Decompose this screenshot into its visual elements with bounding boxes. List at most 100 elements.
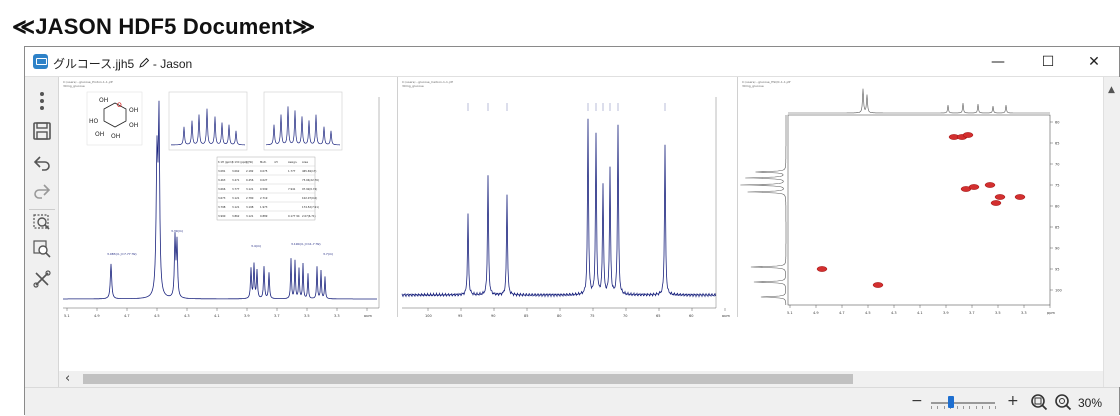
redo-icon[interactable] (29, 179, 55, 203)
svg-text:65: 65 (1055, 142, 1059, 146)
svg-text:3.4(m): 3.4(m) (251, 244, 261, 248)
svg-text:3.777: 3.777 (232, 187, 240, 191)
svg-text:4.5: 4.5 (154, 314, 160, 317)
carbon-x-ticks: 100 95 90 85 80 75 70 65 60 ppm (425, 308, 730, 318)
svg-text:Assign.: Assign. (288, 160, 297, 164)
svg-text:Area: Area (302, 160, 308, 164)
hsqc-f1-projection (740, 115, 787, 305)
svg-text:2.719: 2.719 (260, 196, 268, 200)
svg-text:65: 65 (656, 314, 660, 317)
svg-text:4.3: 4.3 (184, 314, 190, 317)
zoom-region-icon[interactable] (29, 237, 55, 261)
svg-text:30mg_glucose: 30mg_glucose (63, 84, 85, 88)
proton-x-ticks: 5.1 4.9 4.7 4.5 4.3 4.1 3.9 3.7 3.5 3.3 ppm (64, 308, 372, 318)
svg-text:1.777: 1.777 (288, 169, 296, 173)
svg-text:3.5: 3.5 (304, 314, 310, 317)
svg-text:3.7: 3.7 (969, 311, 975, 315)
svg-text:75: 75 (590, 314, 594, 317)
proton-spectrum-pane[interactable]: C:/users/...glucose_Proton-1-1.jdf 30mg_… (59, 77, 398, 318)
svg-text:70: 70 (1055, 163, 1059, 167)
proton-spectrum-plot: C:/users/...glucose_Proton-1-1.jdf 30mg_… (63, 80, 380, 318)
zoom-to-fit-icon[interactable] (1030, 393, 1048, 411)
horizontal-scrollbar[interactable]: ‹ (59, 371, 1103, 387)
svg-text:3.7(m): 3.7(m) (323, 252, 333, 256)
zoom-slider[interactable] (931, 392, 996, 412)
carbon-spectrum-plot: C:/users/...glucose_Carbon-1-1.jdf 30mg_… (401, 80, 730, 318)
nmr-table: δ 1H (ppm) δ 13C (ppm)J (Hz) Mult. nH Assign… (216, 156, 319, 221)
status-bar: − + 30% (25, 387, 1119, 416)
svg-text:3.463: 3.463 (218, 178, 226, 182)
document-canvas[interactable]: C:/users/...glucose_Proton-1-1.jdf 30mg_… (59, 77, 1103, 371)
svg-text:60: 60 (1055, 121, 1059, 125)
svg-text:4.9: 4.9 (813, 311, 819, 315)
document-banner: ≪JASON HDF5 Document≫ (12, 14, 316, 39)
svg-text:5.1: 5.1 (787, 311, 793, 315)
svg-text:0.889: 0.889 (260, 214, 268, 218)
save-icon[interactable] (29, 119, 55, 143)
scroll-left-icon[interactable]: ‹ (65, 371, 70, 386)
zoom-in-button[interactable]: + (1007, 393, 1019, 409)
zoom-fit-icon[interactable] (29, 209, 55, 233)
scroll-up-icon[interactable]: ▲ (1108, 85, 1115, 95)
svg-text:4.5: 4.5 (865, 311, 871, 315)
minimize-button[interactable]: — (975, 47, 1021, 77)
svg-text:ppm: ppm (364, 314, 372, 317)
svg-text:OH: OH (99, 97, 108, 104)
zoom-reset-icon[interactable] (1054, 393, 1072, 411)
window-title: グルコース.jjh5 - Jason (53, 55, 192, 72)
zoom-out-button[interactable]: − (911, 393, 923, 409)
svg-text:30mg_glucose: 30mg_glucose (402, 84, 424, 88)
svg-text:3.121: 3.121 (246, 214, 254, 218)
vertical-scrollbar[interactable]: ▲ (1103, 77, 1120, 387)
svg-text:HO: HO (89, 118, 99, 125)
hsqc-spectrum-pane[interactable]: C:/users/...glucose_HSQC-1-1.jdf 30mg_gl… (738, 77, 1078, 317)
file-name: グルコース.jjh5 (53, 57, 135, 71)
svg-text:90: 90 (491, 314, 495, 317)
svg-text:97.92(0.74): 97.92(0.74) (302, 187, 317, 191)
glucose-structure: OH OH OH OH OH HO O (86, 91, 143, 146)
carbon-spectrum-pane[interactable]: C:/users/...glucose_Carbon-1-1.jdf 30mg_… (398, 77, 738, 318)
svg-text:7.941: 7.941 (288, 187, 296, 191)
svg-text:4.1: 4.1 (214, 314, 220, 317)
svg-text:4.7: 4.7 (839, 311, 845, 315)
svg-text:4.3: 4.3 (891, 311, 897, 315)
svg-text:465.69(17): 465.69(17) (302, 169, 316, 173)
proton-inset-1 (168, 91, 248, 151)
svg-text:0.456: 0.456 (246, 178, 254, 182)
svg-text:1.973: 1.973 (260, 205, 268, 209)
svg-text:4.7: 4.7 (124, 314, 130, 317)
svg-text:3.121: 3.121 (232, 205, 240, 209)
svg-text:174.52(7.91): 174.52(7.91) (302, 205, 319, 209)
svg-text:3.121: 3.121 (246, 187, 254, 191)
zoom-slider-thumb[interactable] (948, 396, 955, 408)
svg-text:85: 85 (1055, 226, 1059, 230)
svg-text:ppm: ppm (722, 314, 730, 317)
svg-text:3.081: 3.081 (218, 169, 226, 173)
svg-text:2.780: 2.780 (246, 196, 254, 200)
more-icon[interactable] (29, 89, 55, 113)
zoom-level: 30% (1078, 396, 1103, 410)
svg-text:4.1: 4.1 (917, 311, 923, 315)
close-button[interactable]: ✕ (1071, 47, 1117, 77)
svg-text:30mg_glucose: 30mg_glucose (742, 84, 764, 88)
svg-text:2.182: 2.182 (246, 169, 254, 173)
title-bar: グルコース.jjh5 - Jason — ☐ ✕ (25, 47, 1119, 77)
horizontal-scroll-thumb[interactable] (83, 374, 853, 384)
svg-text:3.471: 3.471 (232, 178, 240, 182)
maximize-button[interactable]: ☐ (1025, 47, 1071, 77)
svg-text:0.177 94: 0.177 94 (288, 214, 300, 218)
edit-name-icon[interactable] (138, 57, 150, 69)
svg-text:80: 80 (557, 314, 561, 317)
svg-text:0.599: 0.599 (260, 187, 268, 191)
svg-text:95: 95 (1055, 268, 1059, 272)
hsqc-x-ticks: 5.1 4.9 4.7 4.5 4.3 4.1 3.9 3.7 3.5 3.3 ppm (787, 305, 1055, 315)
tools-icon[interactable] (29, 267, 55, 291)
svg-text:3.062: 3.062 (232, 169, 240, 173)
hsqc-plot-frame (787, 114, 1051, 306)
svg-text:3.798: 3.798 (218, 205, 226, 209)
svg-text:ppm: ppm (1047, 311, 1055, 315)
undo-icon[interactable] (29, 151, 55, 175)
svg-text:102.07(0.0): 102.07(0.0) (302, 196, 317, 200)
svg-text:3.990: 3.990 (218, 214, 226, 218)
svg-text:δ 1H (ppm): δ 1H (ppm) (218, 160, 233, 164)
